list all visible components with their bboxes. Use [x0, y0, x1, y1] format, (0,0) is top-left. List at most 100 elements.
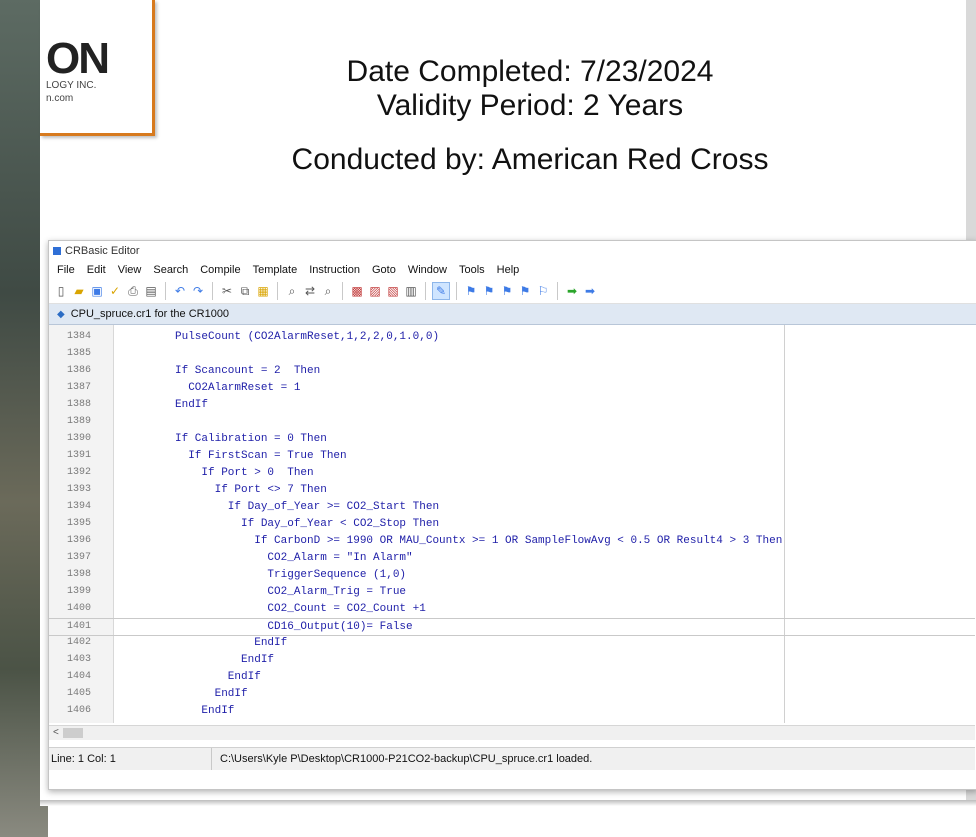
- code-line[interactable]: 1394 If Day_of_Year >= CO2_Start Then: [49, 499, 975, 515]
- code-line[interactable]: 1385: [49, 346, 975, 362]
- code-line[interactable]: 1402 EndIf: [49, 635, 975, 651]
- code-line[interactable]: 1395 If Day_of_Year < CO2_Stop Then: [49, 516, 975, 532]
- line-number: 1397: [67, 552, 92, 563]
- settings-icon[interactable]: ▧: [385, 283, 401, 299]
- line-number: 1393: [67, 484, 92, 495]
- menu-window[interactable]: Window: [402, 261, 453, 279]
- menu-compile[interactable]: Compile: [194, 261, 246, 279]
- code-line[interactable]: 1392 If Port > 0 Then: [49, 465, 975, 481]
- conducted-by: Conducted by: American Red Cross: [291, 143, 769, 176]
- flag4-icon[interactable]: ⚑: [517, 283, 533, 299]
- toolbar-separator: [456, 282, 457, 300]
- compile-icon[interactable]: ✓: [107, 283, 123, 299]
- template-icon[interactable]: ▨: [367, 283, 383, 299]
- document-tab-label: CPU_spruce.cr1 for the CR1000: [70, 308, 230, 320]
- line-number: 1396: [67, 535, 92, 546]
- menu-edit[interactable]: Edit: [81, 261, 112, 279]
- menu-template[interactable]: Template: [247, 261, 304, 279]
- line-number: 1386: [67, 365, 92, 376]
- line-number: 1385: [67, 348, 92, 359]
- find-next-icon[interactable]: ⌕: [320, 283, 336, 299]
- code-line[interactable]: 1390 If Calibration = 0 Then: [49, 431, 975, 447]
- toolbar-separator: [277, 282, 278, 300]
- logo-url: n.com: [46, 93, 74, 104]
- menu-view[interactable]: View: [112, 261, 148, 279]
- bookmark-icon[interactable]: ✎: [432, 282, 450, 300]
- code-line[interactable]: 1399 CO2_Alarm_Trig = True: [49, 584, 975, 600]
- code-text: TriggerSequence (1,0): [175, 569, 407, 581]
- app-icon: [53, 247, 61, 255]
- cut-icon[interactable]: ✂: [219, 283, 235, 299]
- code-line[interactable]: 1397 CO2_Alarm = "In Alarm": [49, 550, 975, 566]
- code-line[interactable]: 1386 If Scancount = 2 Then: [49, 363, 975, 379]
- toolbar-separator: [557, 282, 558, 300]
- flag3-icon[interactable]: ⚑: [499, 283, 515, 299]
- line-number: 1392: [67, 467, 92, 478]
- code-text: CO2_Alarm = "In Alarm": [175, 552, 413, 564]
- code-editor[interactable]: 1384 PulseCount (CO2AlarmReset,1,2,2,0,1.…: [49, 325, 975, 723]
- open-folder-icon[interactable]: ▰: [71, 283, 87, 299]
- line-number: 1400: [67, 603, 92, 614]
- copy-icon[interactable]: ⧉: [237, 283, 253, 299]
- code-text: If FirstScan = True Then: [175, 450, 347, 462]
- code-line[interactable]: 1400 CO2_Count = CO2_Count +1: [49, 601, 975, 617]
- code-line[interactable]: 1384 PulseCount (CO2AlarmReset,1,2,2,0,1.…: [49, 329, 975, 345]
- arrow-left-icon[interactable]: ➡: [564, 283, 580, 299]
- flag-clear-icon[interactable]: ⚐: [535, 283, 551, 299]
- undo-icon[interactable]: ↶: [172, 283, 188, 299]
- slide-shadow: [40, 800, 976, 806]
- code-line[interactable]: 1388 EndIf: [49, 397, 975, 413]
- code-text: EndIf: [175, 399, 209, 411]
- code-line[interactable]: 1391 If FirstScan = True Then: [49, 448, 975, 464]
- horizontal-scrollbar[interactable]: <: [49, 725, 975, 740]
- arrow-right-icon[interactable]: ➡: [582, 283, 598, 299]
- code-line[interactable]: 1398 TriggerSequence (1,0): [49, 567, 975, 583]
- menu-goto[interactable]: Goto: [366, 261, 402, 279]
- title-bar: CRBasic Editor: [49, 241, 976, 261]
- scrollbar-thumb[interactable]: [63, 728, 83, 738]
- new-file-icon[interactable]: ▯: [53, 283, 69, 299]
- menu-file[interactable]: File: [51, 261, 81, 279]
- code-line[interactable]: 1405 EndIf: [49, 686, 975, 702]
- status-bar: Line: 1 Col: 1 C:\Users\Kyle P\Desktop\C…: [49, 747, 975, 770]
- view-icon[interactable]: ▥: [403, 283, 419, 299]
- flag1-icon[interactable]: ⚑: [463, 283, 479, 299]
- instruction-icon[interactable]: ▩: [349, 283, 365, 299]
- code-text: If Day_of_Year >= CO2_Start Then: [175, 501, 440, 513]
- code-text: If Port <> 7 Then: [175, 484, 327, 496]
- code-line[interactable]: 1393 If Port <> 7 Then: [49, 482, 975, 498]
- line-number: 1399: [67, 586, 92, 597]
- redo-icon[interactable]: ↷: [190, 283, 206, 299]
- paste-icon[interactable]: ▦: [255, 283, 271, 299]
- line-number: 1388: [67, 399, 92, 410]
- info-block: Date Completed: 7/23/2024 Validity Perio…: [200, 55, 860, 177]
- flag2-icon[interactable]: ⚑: [481, 283, 497, 299]
- line-number: 1405: [67, 688, 92, 699]
- replace-icon[interactable]: ⇄: [302, 283, 318, 299]
- code-line[interactable]: 1406 EndIf: [49, 703, 975, 719]
- code-line[interactable]: 1403 EndIf: [49, 652, 975, 668]
- document-tab[interactable]: ◆ CPU_spruce.cr1 for the CR1000: [49, 304, 976, 325]
- code-line[interactable]: 1404 EndIf: [49, 669, 975, 685]
- code-text: CD16_Output(10)= False: [175, 621, 413, 633]
- save-icon[interactable]: ▣: [89, 283, 105, 299]
- find-icon[interactable]: ⌕: [284, 283, 300, 299]
- menu-help[interactable]: Help: [491, 261, 526, 279]
- line-number: 1404: [67, 671, 92, 682]
- line-number: 1403: [67, 654, 92, 665]
- code-line[interactable]: 1401 CD16_Output(10)= False: [49, 618, 975, 636]
- print-preview-icon[interactable]: ▤: [143, 283, 159, 299]
- code-text: PulseCount (CO2AlarmReset,1,2,2,0,1.0,0): [175, 331, 440, 343]
- scroll-left-icon[interactable]: <: [53, 726, 59, 740]
- menu-instruction[interactable]: Instruction: [303, 261, 366, 279]
- menu-search[interactable]: Search: [147, 261, 194, 279]
- print-icon[interactable]: ⎙: [125, 283, 141, 299]
- code-line[interactable]: 1387 CO2AlarmReset = 1: [49, 380, 975, 396]
- logo-subtitle: LOGY INC.: [46, 80, 97, 91]
- menu-tools[interactable]: Tools: [453, 261, 491, 279]
- line-number: 1406: [67, 705, 92, 716]
- code-line[interactable]: 1396 If CarbonD >= 1990 OR MAU_Countx >=…: [49, 533, 975, 549]
- line-number: 1387: [67, 382, 92, 393]
- code-line[interactable]: 1389: [49, 414, 975, 430]
- toolbar-separator: [212, 282, 213, 300]
